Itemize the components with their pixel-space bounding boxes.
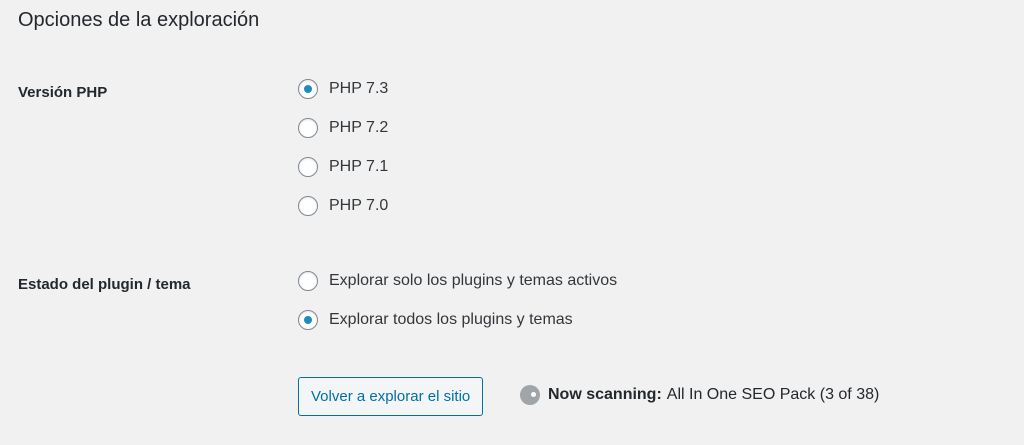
radio-button-all[interactable]	[298, 309, 318, 330]
radio-option-active-only[interactable]: Explorar solo los plugins y temas activo…	[298, 261, 617, 300]
radio-button-active-only[interactable]	[298, 270, 318, 291]
radio-option-php-7-1[interactable]: PHP 7.1	[298, 147, 388, 186]
plugin-status-radio-group: Explorar solo los plugins y temas activo…	[298, 261, 617, 339]
section-title: Opciones de la exploración	[18, 9, 260, 31]
plugin-status-label: Estado del plugin / tema	[18, 276, 191, 293]
radio-label-all: Explorar todos los plugins y temas	[329, 310, 573, 328]
scan-status-text: All In One SEO Pack (3 of 38)	[666, 386, 880, 403]
radio-option-php-7-0[interactable]: PHP 7.0	[298, 186, 388, 225]
radio-label-php-7-1: PHP 7.1	[329, 157, 389, 175]
radio-button-php-7-3[interactable]	[298, 78, 318, 99]
radio-label-active-only: Explorar solo los plugins y temas activo…	[329, 271, 618, 289]
radio-option-php-7-3[interactable]: PHP 7.3	[298, 69, 388, 108]
scan-status-label: Now scanning:	[548, 386, 662, 403]
radio-label-php-7-3: PHP 7.3	[329, 79, 389, 97]
radio-button-php-7-0[interactable]	[298, 195, 318, 216]
radio-option-all[interactable]: Explorar todos los plugins y temas	[298, 300, 617, 339]
scan-status: Now scanning: All In One SEO Pack (3 of …	[520, 384, 879, 406]
php-version-radio-group: PHP 7.3 PHP 7.2 PHP 7.1 PHP 7.0	[298, 69, 388, 225]
radio-button-php-7-2[interactable]	[298, 117, 318, 138]
php-version-label: Versión PHP	[18, 84, 108, 101]
spinner-icon	[520, 385, 540, 405]
radio-option-php-7-2[interactable]: PHP 7.2	[298, 108, 388, 147]
radio-label-php-7-2: PHP 7.2	[329, 118, 389, 136]
radio-button-php-7-1[interactable]	[298, 156, 318, 177]
rescan-site-button[interactable]: Volver a explorar el sitio	[298, 377, 484, 416]
scan-options-panel: Opciones de la exploración Versión PHP P…	[0, 0, 1024, 445]
radio-label-php-7-0: PHP 7.0	[329, 196, 389, 214]
